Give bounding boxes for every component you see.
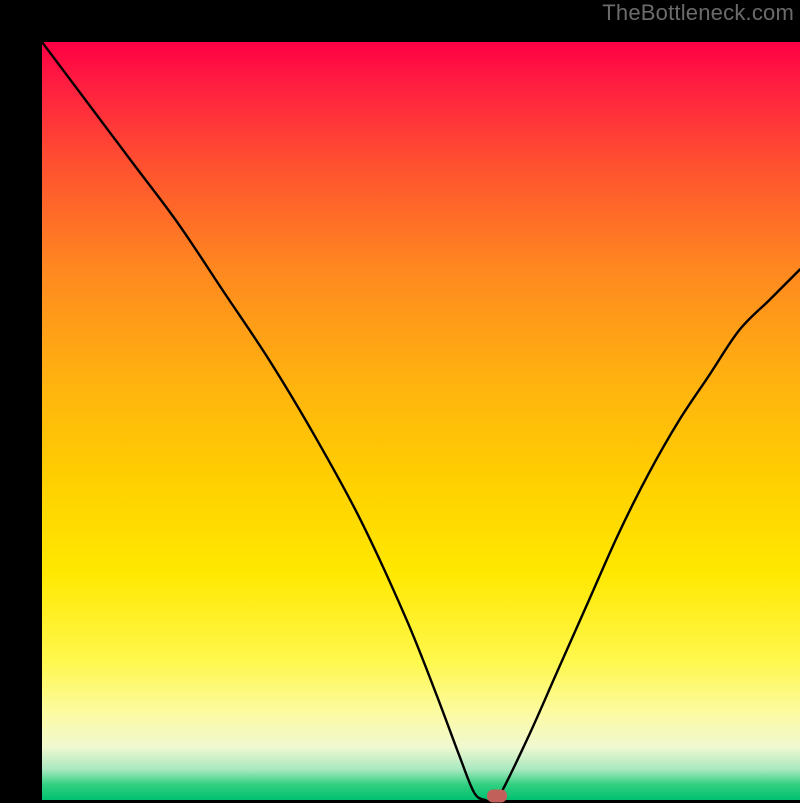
chart-frame — [0, 0, 800, 800]
bottleneck-curve — [42, 42, 800, 800]
curve-path — [42, 42, 800, 800]
watermark-text: TheBottleneck.com — [602, 0, 794, 26]
minimum-marker — [487, 790, 507, 803]
chart-plot-area — [42, 42, 800, 800]
